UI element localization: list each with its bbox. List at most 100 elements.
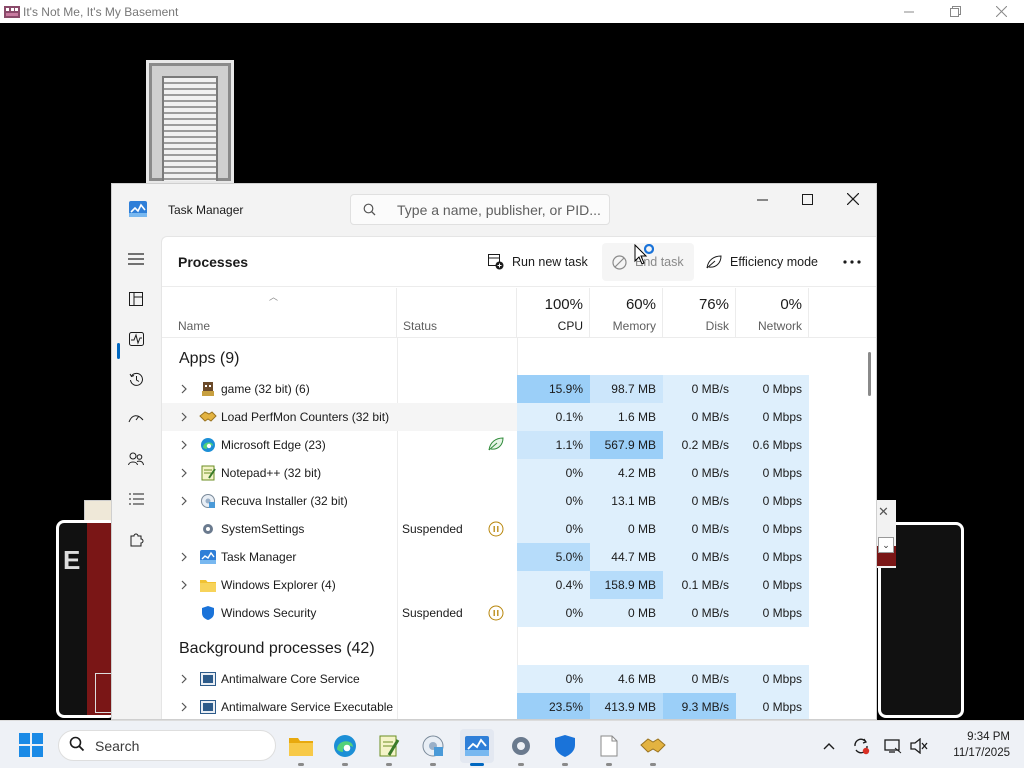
- taskbar-settings[interactable]: [504, 729, 538, 766]
- taskbar-file-explorer[interactable]: [284, 729, 318, 766]
- run-new-task-button[interactable]: Run new task: [488, 243, 588, 281]
- close-icon: [995, 6, 1007, 17]
- taskbar-document[interactable]: [592, 729, 626, 766]
- game-window-titlebar: It's Not Me, It's My Basement: [0, 0, 1024, 23]
- taskbar-perfmon[interactable]: [636, 729, 670, 766]
- nav-users[interactable]: [121, 444, 151, 474]
- nav-performance[interactable]: [121, 324, 151, 354]
- column-network[interactable]: 0% Network: [736, 288, 809, 338]
- game-minimize-button[interactable]: [886, 0, 932, 23]
- column-name[interactable]: ︿ Name: [162, 288, 397, 338]
- tm-minimize-button[interactable]: [740, 184, 785, 214]
- chevron-right-icon[interactable]: [179, 466, 189, 480]
- column-memory[interactable]: 60% Memory: [590, 288, 663, 338]
- process-name: Windows Explorer (4): [221, 578, 336, 592]
- tray-update-icon[interactable]: [850, 735, 872, 757]
- process-cpu: 0%: [517, 599, 590, 627]
- chevron-right-icon[interactable]: [179, 438, 189, 452]
- taskbar-notepadpp[interactable]: [372, 729, 406, 766]
- table-row[interactable]: SystemSettings Suspended 0% 0 MB 0 MB/s …: [162, 515, 809, 543]
- disk-total: 76%: [698, 296, 729, 313]
- chevron-right-icon[interactable]: [179, 410, 189, 424]
- task-manager-nav: [112, 236, 160, 719]
- game-window-fragment: [84, 500, 112, 522]
- more-dots-icon: [843, 260, 861, 264]
- taskbar-recuva[interactable]: [416, 729, 450, 766]
- column-disk[interactable]: 76% Disk: [663, 288, 736, 338]
- tm-close-button[interactable]: [830, 184, 875, 214]
- efficiency-leaf-icon: [488, 437, 504, 453]
- cpu-total: 100%: [544, 296, 583, 313]
- efficiency-mode-button[interactable]: Efficiency mode: [706, 243, 818, 281]
- table-row[interactable]: Windows Explorer (4) 0.4% 158.9 MB 0.1 M…: [162, 571, 809, 599]
- chevron-right-icon[interactable]: [179, 382, 189, 396]
- nav-processes[interactable]: [121, 284, 151, 314]
- table-row[interactable]: Windows Security Suspended 0% 0 MB 0 MB/…: [162, 599, 809, 627]
- edge-icon: [334, 735, 356, 757]
- nav-startup-apps[interactable]: [121, 404, 151, 434]
- clock-date: 11/17/2025: [953, 747, 1010, 759]
- chevron-right-icon[interactable]: [179, 700, 189, 714]
- tm-maximize-button[interactable]: [785, 184, 830, 214]
- show-hidden-icons-button[interactable]: [818, 735, 840, 757]
- taskbar-edge[interactable]: [328, 729, 362, 766]
- process-memory: 413.9 MB: [590, 693, 663, 719]
- table-row[interactable]: Antimalware Core Service 0% 4.6 MB 0 MB/…: [162, 665, 809, 693]
- task-manager-icon: [199, 548, 217, 566]
- table-row[interactable]: Load PerfMon Counters (32 bit) 0.1% 1.6 …: [162, 403, 809, 431]
- start-button[interactable]: [19, 733, 43, 757]
- scrollbar-thumb[interactable]: [868, 352, 871, 396]
- process-network: 0 Mbps: [736, 515, 809, 543]
- nav-hamburger-button[interactable]: [121, 244, 151, 274]
- game-restore-button[interactable]: [932, 0, 978, 23]
- task-manager-titlebar: Task Manager: [112, 184, 876, 236]
- dialog-close-icon[interactable]: ✕: [878, 504, 889, 520]
- game-close-button[interactable]: [978, 0, 1024, 23]
- process-search-input[interactable]: [397, 201, 607, 218]
- startup-icon: [128, 415, 144, 423]
- process-list-scrollbar[interactable]: [866, 338, 874, 719]
- table-row[interactable]: Recuva Installer (32 bit) 0% 13.1 MB 0 M…: [162, 487, 809, 515]
- chevron-right-icon[interactable]: [179, 672, 189, 686]
- tray-volume-icon[interactable]: [908, 735, 930, 757]
- memory-total: 60%: [625, 296, 656, 313]
- nav-app-history[interactable]: [121, 364, 151, 394]
- taskbar: Search 9:34 PM 11/17/2025: [0, 720, 1024, 768]
- edge-icon: [199, 436, 217, 454]
- column-status-label: Status: [403, 319, 438, 333]
- more-options-button[interactable]: [837, 251, 867, 273]
- tray-network-icon[interactable]: [882, 735, 904, 757]
- nav-details[interactable]: [121, 484, 151, 514]
- process-cpu: 23.5%: [517, 693, 590, 719]
- table-row[interactable]: game (32 bit) (6) 15.9% 98.7 MB 0 MB/s 0…: [162, 375, 809, 403]
- chevron-right-icon[interactable]: [179, 550, 189, 564]
- search-icon: [351, 203, 387, 216]
- column-status[interactable]: Status: [397, 288, 517, 338]
- restore-icon: [949, 6, 961, 17]
- column-cpu[interactable]: 100% CPU: [517, 288, 590, 338]
- chevron-right-icon[interactable]: [179, 578, 189, 592]
- table-row[interactable]: Notepad++ (32 bit) 0% 4.2 MB 0 MB/s 0 Mb…: [162, 459, 809, 487]
- settings-gear-icon: [199, 520, 217, 538]
- table-row[interactable]: Antimalware Service Executable 23.5% 413…: [162, 693, 809, 719]
- taskbar-task-manager[interactable]: [460, 729, 494, 766]
- chevron-down-icon[interactable]: ⌄: [878, 537, 894, 553]
- windows-logo-icon: [19, 733, 43, 757]
- process-disk: 0 MB/s: [663, 543, 736, 571]
- handshake-icon: [640, 738, 666, 753]
- process-cpu: 1.1%: [517, 431, 590, 459]
- process-network: 0 Mbps: [736, 571, 809, 599]
- taskbar-clock[interactable]: 9:34 PM 11/17/2025: [934, 729, 1010, 761]
- table-row[interactable]: Task Manager 5.0% 44.7 MB 0 MB/s 0 Mbps: [162, 543, 809, 571]
- taskbar-windows-security[interactable]: [548, 729, 582, 766]
- process-search-box[interactable]: [350, 194, 610, 225]
- taskbar-search-box[interactable]: Search: [58, 730, 276, 761]
- process-memory: 567.9 MB: [590, 431, 663, 459]
- process-memory: 4.2 MB: [590, 459, 663, 487]
- nav-services[interactable]: [121, 524, 151, 554]
- table-row[interactable]: Microsoft Edge (23) 1.1% 567.9 MB 0.2 MB…: [162, 431, 809, 459]
- network-total: 0%: [780, 296, 802, 313]
- suspended-pause-icon: [488, 521, 504, 537]
- chevron-right-icon[interactable]: [179, 494, 189, 508]
- services-puzzle-icon: [130, 533, 143, 546]
